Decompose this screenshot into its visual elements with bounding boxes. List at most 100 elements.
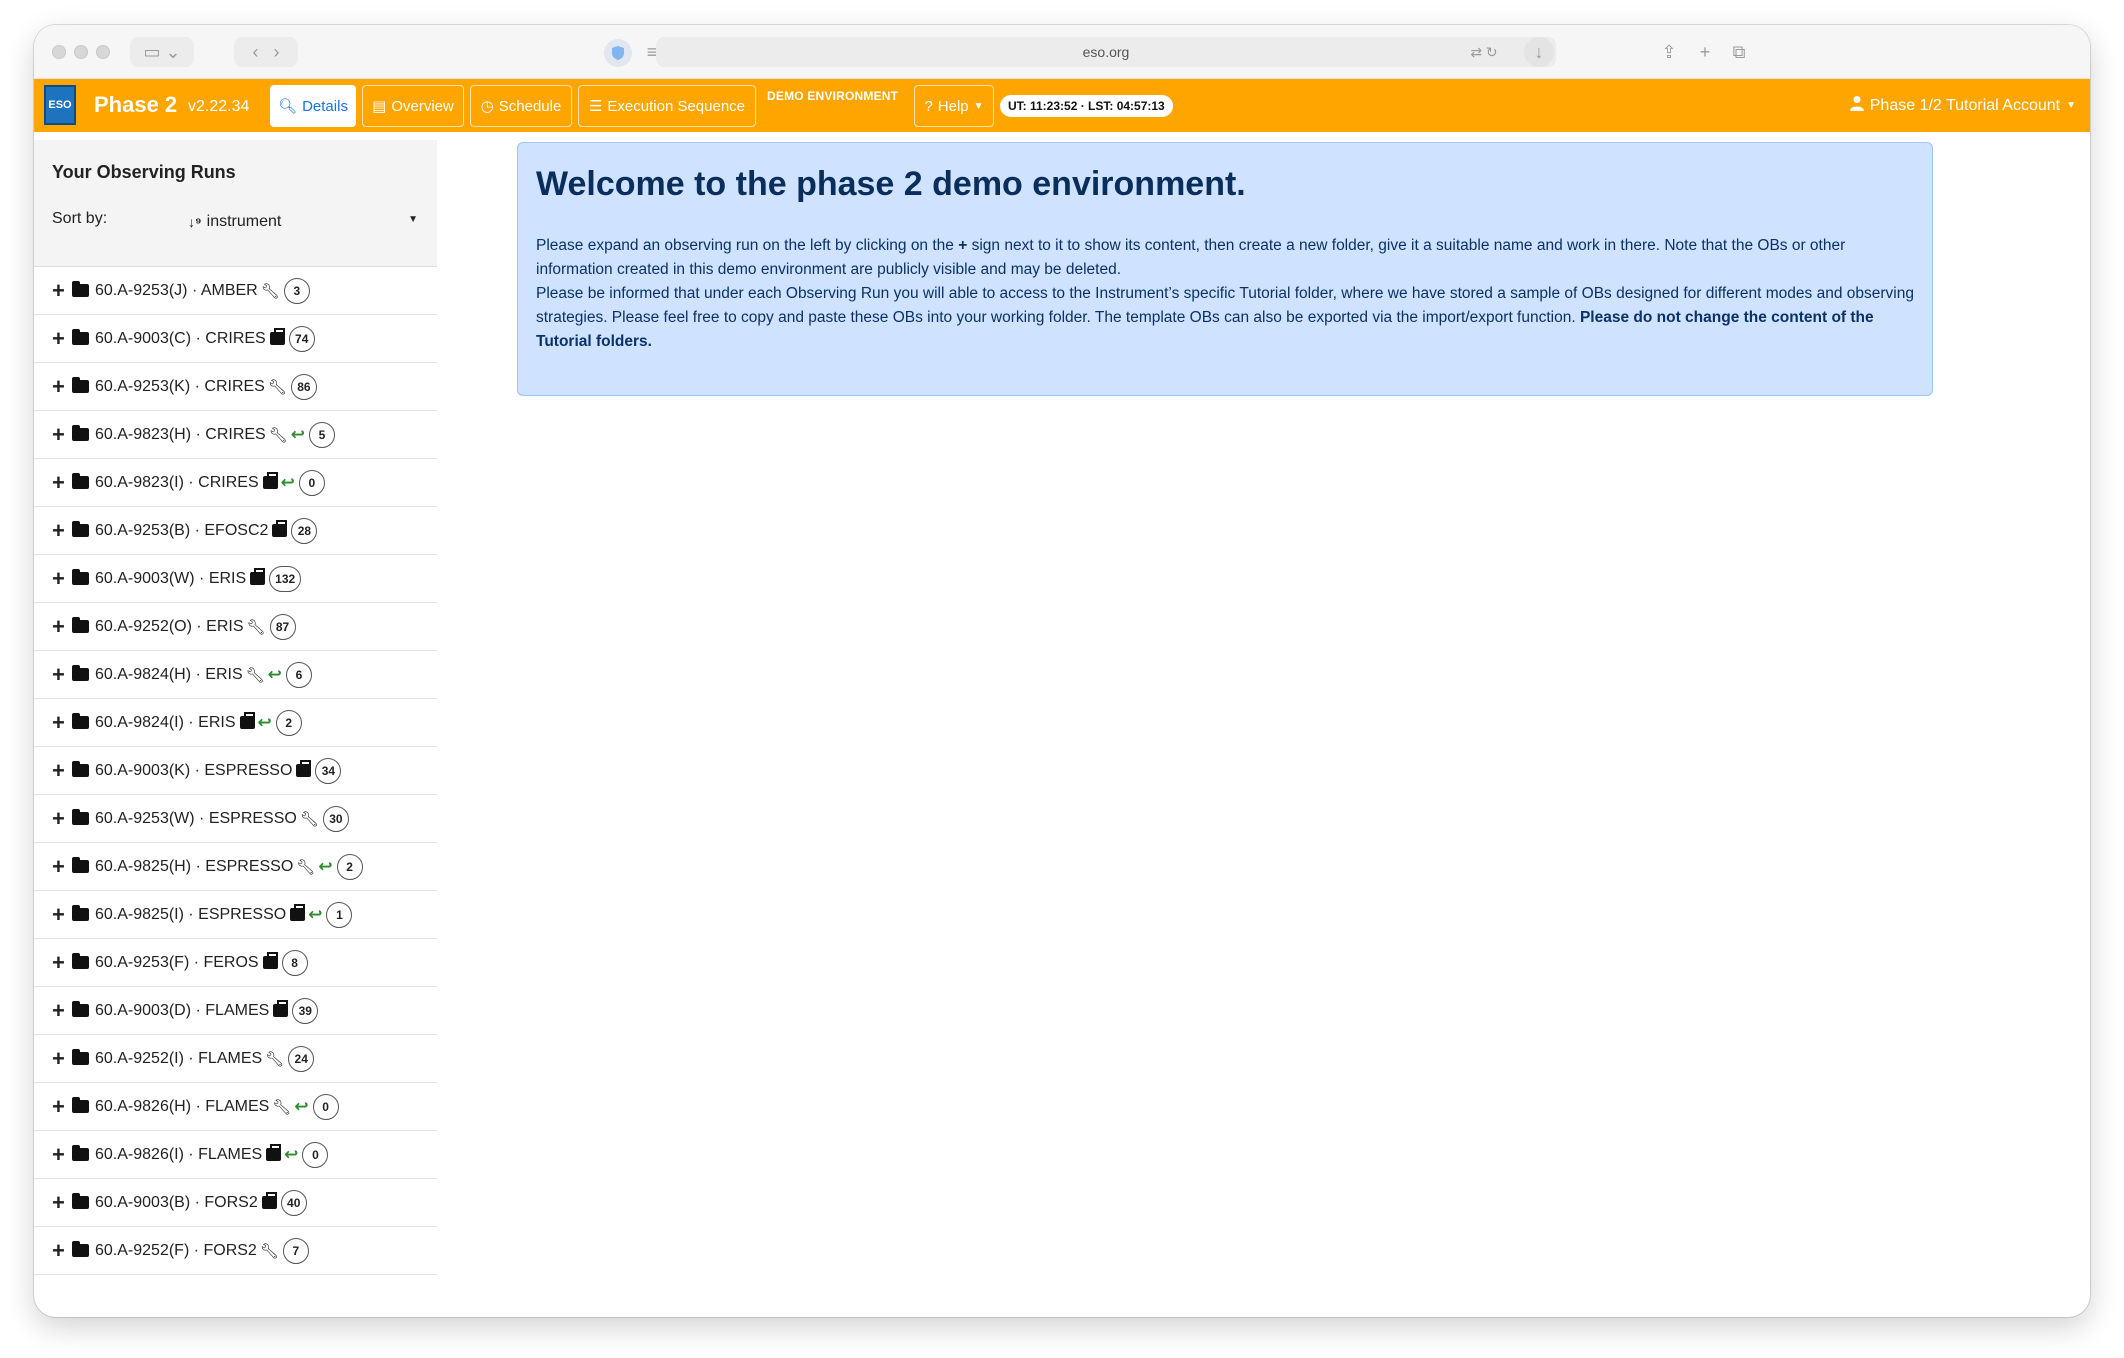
suitcase-icon bbox=[250, 568, 266, 585]
wrench-icon: 🔧︎ bbox=[268, 426, 288, 444]
wrench-icon: 🔧︎ bbox=[265, 1050, 285, 1068]
download-icon[interactable]: ↓ bbox=[1524, 37, 1554, 67]
back-forward-icon[interactable]: ‹ › bbox=[234, 37, 298, 67]
expand-plus-icon[interactable]: + bbox=[52, 711, 70, 734]
ob-count-badge: 8 bbox=[281, 949, 308, 976]
run-item[interactable]: +60.A-9252(F) · FORS2 🔧︎ 7 bbox=[34, 1227, 437, 1275]
sidebar-header: Your Observing Runs Sort by: ↓⁹ instrume… bbox=[34, 140, 437, 267]
run-item[interactable]: +60.A-9823(I) · CRIRES ↩ 0 bbox=[34, 459, 437, 507]
sort-label: Sort by: bbox=[52, 210, 108, 227]
ob-count-badge: 86 bbox=[290, 373, 317, 400]
expand-plus-icon[interactable]: + bbox=[52, 807, 70, 830]
run-item[interactable]: +60.A-9826(H) · FLAMES 🔧︎ ↩ 0 bbox=[34, 1083, 437, 1131]
schedule-button[interactable]: ◷ Schedule bbox=[470, 85, 572, 127]
run-item[interactable]: +60.A-9823(H) · CRIRES 🔧︎ ↩ 5 bbox=[34, 411, 437, 459]
new-tab-icon[interactable]: + bbox=[1690, 37, 1720, 67]
execution-sequence-button[interactable]: ☰ Execution Sequence bbox=[578, 85, 756, 127]
run-item[interactable]: +60.A-9003(B) · FORS2 40 bbox=[34, 1179, 437, 1227]
help-dropdown[interactable]: ? Help ▼ bbox=[914, 85, 994, 127]
run-item[interactable]: +60.A-9253(J) · AMBER 🔧︎ 3 bbox=[34, 267, 437, 315]
reply-arrow-icon: ↩ bbox=[257, 712, 272, 732]
wrench-icon: 🔧︎ bbox=[246, 618, 266, 636]
run-item[interactable]: +60.A-9003(K) · ESPRESSO 34 bbox=[34, 747, 437, 795]
share-icon[interactable]: ⇪ bbox=[1654, 37, 1684, 67]
ob-count-badge: 6 bbox=[285, 661, 312, 688]
expand-plus-icon[interactable]: + bbox=[52, 663, 70, 686]
run-item[interactable]: +60.A-9003(D) · FLAMES 39 bbox=[34, 987, 437, 1035]
expand-plus-icon[interactable]: + bbox=[52, 567, 70, 590]
expand-plus-icon[interactable]: + bbox=[52, 999, 70, 1022]
ob-count-badge: 28 bbox=[291, 517, 318, 544]
app-navbar: ESO Phase 2 v2.22.34 🔍︎ Details ▤ Overvi… bbox=[34, 79, 2090, 132]
run-label: 60.A-9003(K) · ESPRESSO bbox=[95, 761, 293, 779]
account-dropdown[interactable]: Phase 1/2 Tutorial Account ▼ bbox=[1849, 95, 2076, 116]
expand-plus-icon[interactable]: + bbox=[52, 375, 70, 398]
caret-down-icon: ▼ bbox=[408, 214, 418, 225]
ob-count-badge: 0 bbox=[302, 1141, 329, 1168]
translate-icon[interactable]: ⇄ ↻ bbox=[1464, 37, 1504, 67]
wrench-icon: 🔧︎ bbox=[272, 1098, 292, 1116]
expand-plus-icon[interactable]: + bbox=[52, 279, 70, 302]
run-item[interactable]: +60.A-9253(W) · ESPRESSO 🔧︎ 30 bbox=[34, 795, 437, 843]
suitcase-icon bbox=[262, 952, 278, 969]
demo-environment-label: DEMO ENVIRONMENT bbox=[767, 89, 899, 103]
run-item[interactable]: +60.A-9824(I) · ERIS ↩ 2 bbox=[34, 699, 437, 747]
run-label: 60.A-9826(H) · FLAMES bbox=[95, 1097, 270, 1115]
expand-plus-icon[interactable]: + bbox=[52, 1143, 70, 1166]
expand-plus-icon[interactable]: + bbox=[52, 1239, 70, 1262]
details-button[interactable]: 🔍︎ Details bbox=[270, 85, 356, 127]
run-label: 60.A-9003(B) · FORS2 bbox=[95, 1193, 258, 1211]
run-item[interactable]: +60.A-9825(H) · ESPRESSO 🔧︎ ↩ 2 bbox=[34, 843, 437, 891]
run-item[interactable]: +60.A-9253(K) · CRIRES 🔧︎ 86 bbox=[34, 363, 437, 411]
close-window-button[interactable] bbox=[52, 45, 66, 59]
run-list: +60.A-9253(J) · AMBER 🔧︎ 3 +60.A-9003(C) · … bbox=[34, 267, 437, 1275]
zoom-window-button[interactable] bbox=[96, 45, 110, 59]
reply-arrow-icon: ↩ bbox=[318, 856, 333, 876]
run-item[interactable]: +60.A-9252(O) · ERIS 🔧︎ 87 bbox=[34, 603, 437, 651]
welcome-paragraph-2: Please be informed that under each Obser… bbox=[536, 285, 1914, 350]
sort-select[interactable]: ↓⁹ instrument ▼ bbox=[188, 210, 428, 234]
ob-count-badge: 2 bbox=[275, 709, 302, 736]
run-item[interactable]: +60.A-9253(B) · EFOSC2 28 bbox=[34, 507, 437, 555]
ob-count-badge: 5 bbox=[309, 421, 336, 448]
overview-button[interactable]: ▤ Overview bbox=[362, 85, 464, 127]
run-item[interactable]: +60.A-9252(I) · FLAMES 🔧︎ 24 bbox=[34, 1035, 437, 1083]
expand-plus-icon[interactable]: + bbox=[52, 1047, 70, 1070]
run-item[interactable]: +60.A-9253(F) · FEROS 8 bbox=[34, 939, 437, 987]
address-bar[interactable]: eso.org bbox=[656, 37, 1556, 67]
run-item[interactable]: +60.A-9003(C) · CRIRES 74 bbox=[34, 315, 437, 363]
run-item[interactable]: +60.A-9826(I) · FLAMES ↩ 0 bbox=[34, 1131, 437, 1179]
folder-icon bbox=[72, 473, 89, 489]
folder-icon bbox=[72, 1145, 89, 1161]
run-label: 60.A-9825(I) · ESPRESSO bbox=[95, 905, 287, 923]
expand-plus-icon[interactable]: + bbox=[52, 471, 70, 494]
run-label: 60.A-9824(H) · ERIS bbox=[95, 665, 243, 683]
expand-plus-icon[interactable]: + bbox=[52, 519, 70, 542]
sidebar-toggle-icon[interactable]: ▭ ⌄ bbox=[130, 37, 194, 67]
ob-count-badge: 39 bbox=[292, 997, 319, 1024]
run-item[interactable]: +60.A-9003(W) · ERIS 132 bbox=[34, 555, 437, 603]
run-item[interactable]: +60.A-9825(I) · ESPRESSO ↩ 1 bbox=[34, 891, 437, 939]
ob-count-badge: 40 bbox=[280, 1189, 307, 1216]
expand-plus-icon[interactable]: + bbox=[52, 1095, 70, 1118]
ob-count-badge: 3 bbox=[283, 277, 310, 304]
wrench-icon: 🔧︎ bbox=[259, 1242, 279, 1260]
expand-plus-icon[interactable]: + bbox=[52, 327, 70, 350]
expand-plus-icon[interactable]: + bbox=[52, 903, 70, 926]
expand-plus-icon[interactable]: + bbox=[52, 951, 70, 974]
run-item[interactable]: +60.A-9824(H) · ERIS 🔧︎ ↩ 6 bbox=[34, 651, 437, 699]
expand-plus-icon[interactable]: + bbox=[52, 759, 70, 782]
welcome-alert: Welcome to the phase 2 demo environment.… bbox=[517, 142, 1933, 396]
ob-count-badge: 24 bbox=[288, 1045, 315, 1072]
tab-overview-icon[interactable]: ⧉ bbox=[1724, 37, 1754, 67]
folder-icon bbox=[72, 521, 89, 537]
expand-plus-icon[interactable]: + bbox=[52, 1191, 70, 1214]
expand-plus-icon[interactable]: + bbox=[52, 423, 70, 446]
app-brand[interactable]: Phase 2 bbox=[94, 92, 177, 118]
expand-plus-icon[interactable]: + bbox=[52, 615, 70, 638]
clock-icon: ◷ bbox=[480, 98, 494, 115]
expand-plus-icon[interactable]: + bbox=[52, 855, 70, 878]
minimize-window-button[interactable] bbox=[74, 45, 88, 59]
privacy-shield-icon[interactable] bbox=[604, 39, 632, 67]
folder-icon bbox=[72, 761, 89, 777]
